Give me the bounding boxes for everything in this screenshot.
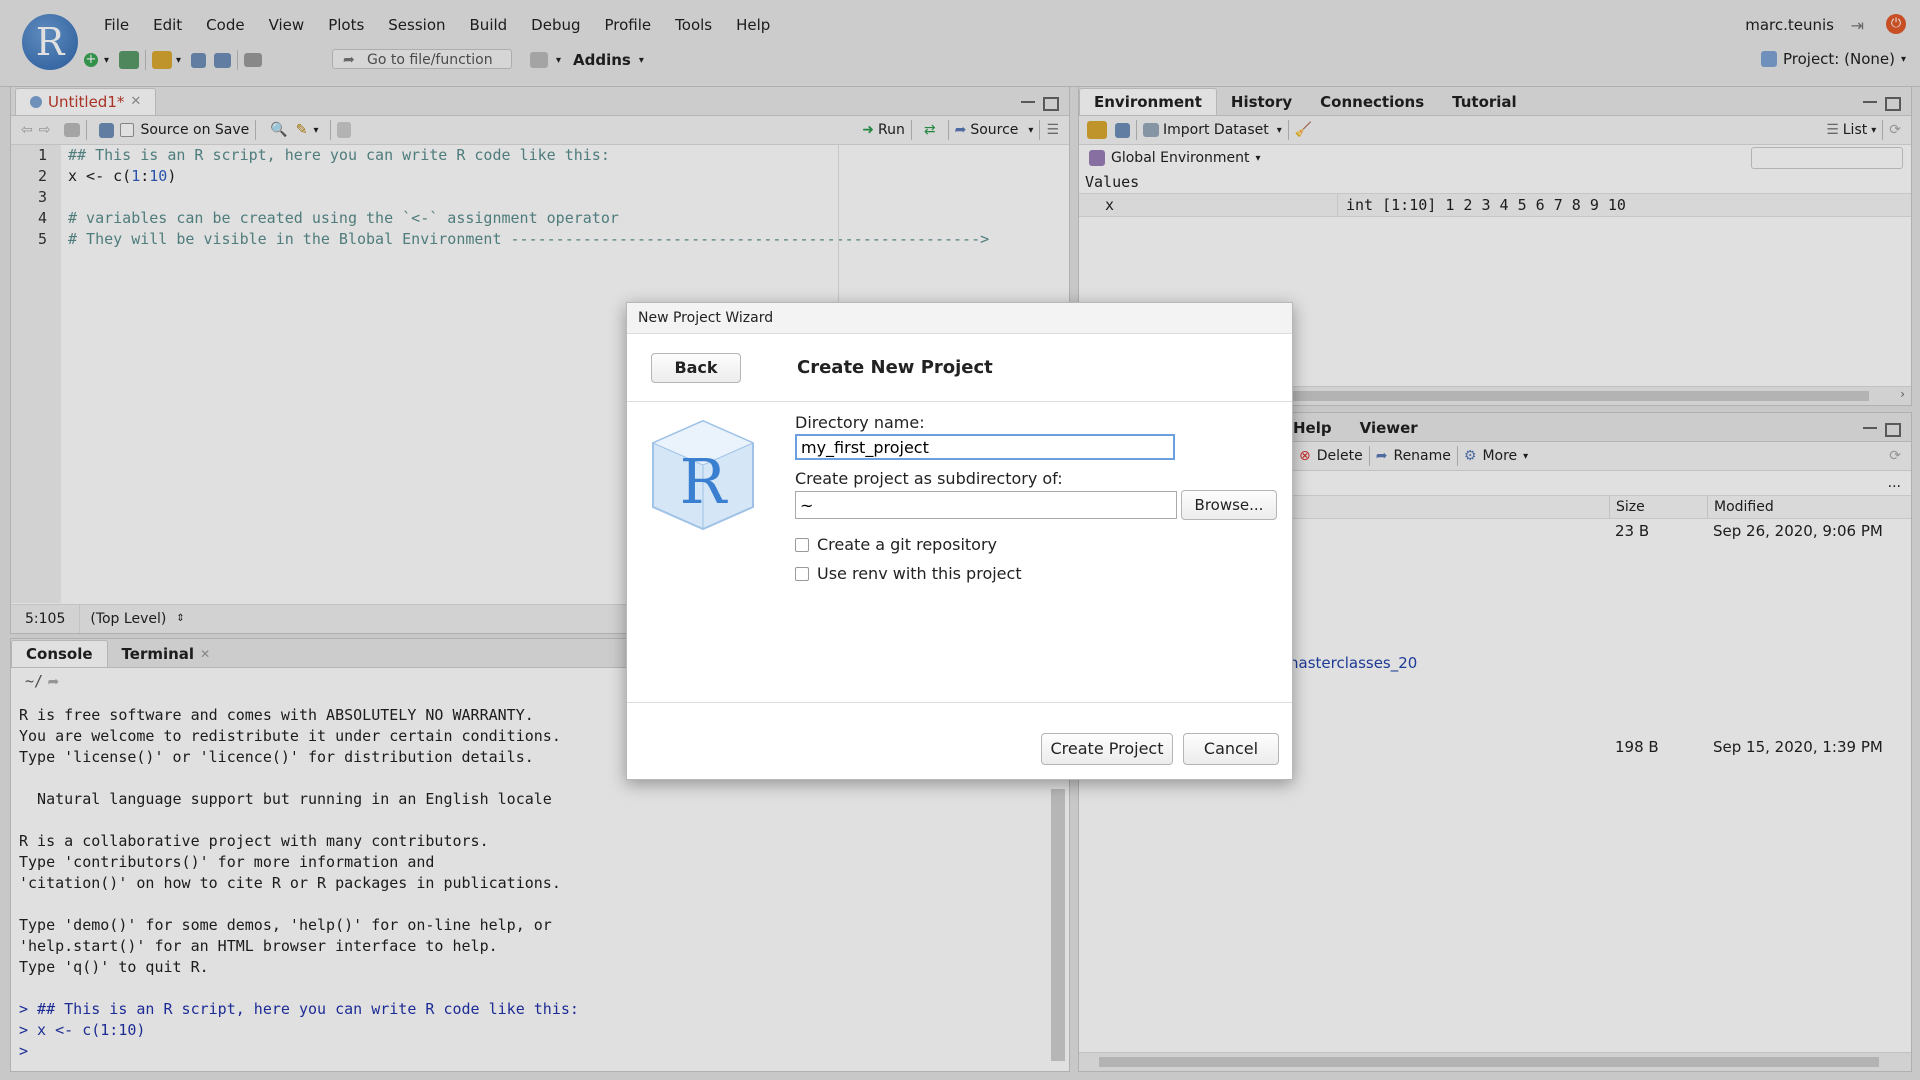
directory-name-label: Directory name: bbox=[795, 413, 925, 432]
svg-text:R: R bbox=[680, 445, 729, 518]
browse-button[interactable]: Browse... bbox=[1181, 490, 1277, 520]
renv-label: Use renv with this project bbox=[817, 564, 1022, 583]
new-project-dialog: New Project Wizard Back Create New Proje… bbox=[626, 302, 1293, 780]
dialog-title: New Project Wizard bbox=[627, 303, 1292, 334]
create-project-button[interactable]: Create Project bbox=[1041, 733, 1173, 765]
git-checkbox[interactable] bbox=[795, 537, 809, 552]
cancel-label: Cancel bbox=[1203, 739, 1259, 758]
back-button[interactable]: Back bbox=[651, 353, 741, 383]
back-label: Back bbox=[674, 358, 718, 377]
subdirectory-label: Create project as subdirectory of: bbox=[795, 469, 1063, 488]
renv-checkbox[interactable] bbox=[795, 566, 809, 581]
subdirectory-input[interactable] bbox=[795, 491, 1177, 519]
create-project-label: Create Project bbox=[1050, 739, 1164, 758]
directory-name-input[interactable] bbox=[795, 434, 1175, 460]
divider bbox=[627, 401, 1292, 402]
git-option[interactable]: Create a git repository bbox=[795, 535, 997, 554]
divider bbox=[627, 702, 1292, 703]
dialog-heading: Create New Project bbox=[797, 357, 993, 378]
browse-label: Browse... bbox=[1194, 496, 1264, 514]
cancel-button[interactable]: Cancel bbox=[1183, 733, 1279, 765]
renv-option[interactable]: Use renv with this project bbox=[795, 564, 1022, 583]
r-cube-icon: R bbox=[643, 415, 763, 535]
git-label: Create a git repository bbox=[817, 535, 998, 554]
